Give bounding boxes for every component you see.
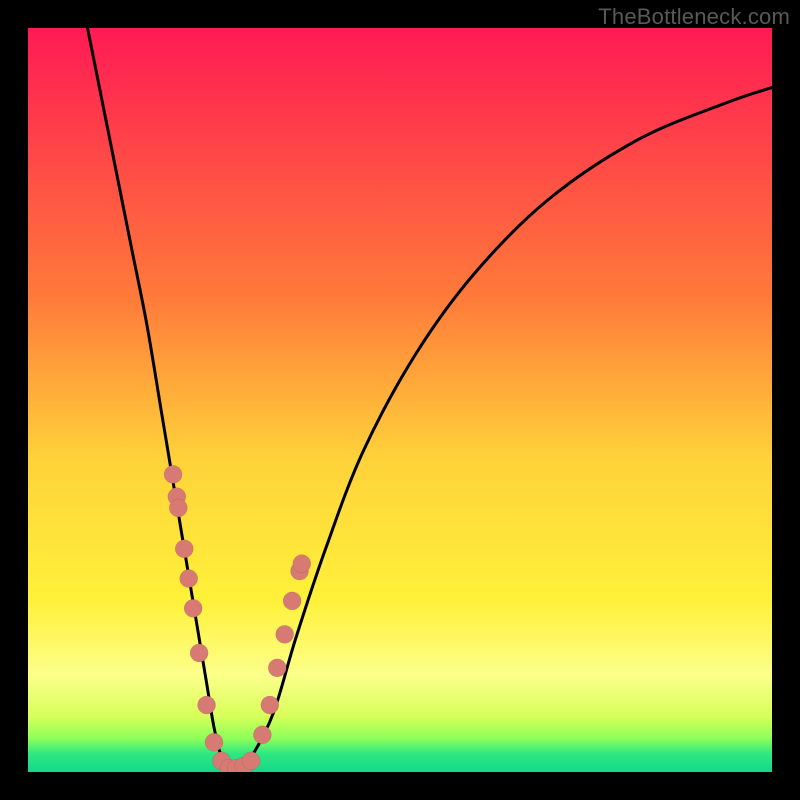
data-dot xyxy=(164,465,182,483)
chart-svg xyxy=(28,28,772,772)
data-dot xyxy=(276,625,294,643)
data-dot xyxy=(205,733,223,751)
data-dot xyxy=(242,752,260,770)
watermark-text: TheBottleneck.com xyxy=(598,4,790,30)
data-dots xyxy=(164,465,311,772)
plot-area xyxy=(28,28,772,772)
data-dot xyxy=(175,540,193,558)
data-dot xyxy=(198,696,216,714)
bottleneck-curve xyxy=(88,28,772,772)
data-dot xyxy=(190,644,208,662)
data-dot xyxy=(184,599,202,617)
data-dot xyxy=(283,592,301,610)
data-dot xyxy=(169,499,187,517)
data-dot xyxy=(261,696,279,714)
data-dot xyxy=(180,570,198,588)
data-dot xyxy=(253,726,271,744)
data-dot xyxy=(293,555,311,573)
data-dot xyxy=(268,659,286,677)
